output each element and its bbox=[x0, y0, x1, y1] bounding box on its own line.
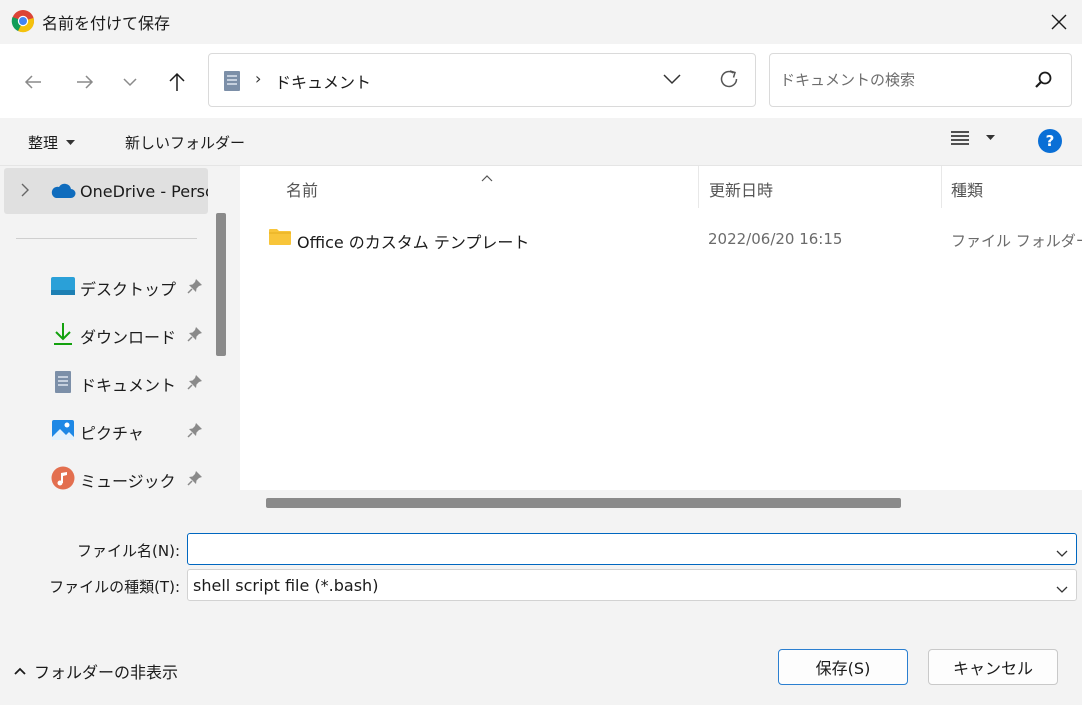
table-row[interactable]: Office のカスタム テンプレート 2022/06/20 16:15 ファイ… bbox=[240, 221, 1082, 255]
breadcrumb-current[interactable]: ドキュメント bbox=[275, 69, 371, 93]
organize-label: 整理 bbox=[28, 134, 59, 152]
scrollbar-thumb[interactable] bbox=[216, 213, 226, 356]
column-header-name[interactable]: 名前 bbox=[286, 177, 318, 201]
sort-ascending-icon bbox=[481, 168, 493, 186]
column-divider[interactable] bbox=[941, 166, 942, 208]
title-bar: 名前を付けて保存 bbox=[0, 0, 1082, 44]
onedrive-icon bbox=[50, 182, 76, 204]
close-button[interactable] bbox=[1036, 0, 1082, 44]
sidebar-item-label: ミュージック bbox=[80, 472, 176, 491]
sidebar-item-label: ドキュメント bbox=[80, 376, 177, 395]
sidebar-item-downloads[interactable]: ダウンロード bbox=[0, 316, 208, 352]
window-title: 名前を付けて保存 bbox=[42, 14, 171, 33]
sidebar-item-pictures[interactable]: ピクチャ bbox=[0, 412, 208, 448]
file-type: ファイル フォルダー bbox=[951, 232, 1082, 250]
refresh-icon[interactable] bbox=[718, 68, 740, 94]
up-arrow-icon bbox=[169, 72, 185, 91]
filetype-value: shell script file (*.bash) bbox=[193, 576, 379, 595]
close-icon bbox=[1051, 14, 1067, 30]
address-history-chevron-icon[interactable] bbox=[663, 71, 681, 89]
search-box[interactable] bbox=[769, 53, 1072, 107]
divider bbox=[16, 238, 197, 239]
sidebar-item-desktop[interactable]: デスクトップ bbox=[0, 268, 208, 304]
filetype-label: ファイルの種類(T): bbox=[49, 578, 180, 596]
forward-button[interactable] bbox=[69, 66, 101, 98]
caret-down-icon bbox=[66, 139, 76, 145]
chevron-down-icon[interactable] bbox=[1056, 580, 1068, 598]
list-view-icon bbox=[951, 131, 969, 145]
filename-combobox[interactable] bbox=[187, 533, 1077, 565]
chevron-down-icon bbox=[123, 78, 137, 87]
search-input[interactable] bbox=[780, 68, 1020, 92]
chevron-up-icon bbox=[14, 667, 26, 675]
caret-down-icon bbox=[986, 135, 995, 140]
cancel-button[interactable]: キャンセル bbox=[928, 649, 1058, 685]
document-icon bbox=[223, 70, 241, 96]
filename-label: ファイル名(N): bbox=[77, 542, 180, 560]
file-modified: 2022/06/20 16:15 bbox=[708, 230, 843, 248]
sidebar-item-label: ピクチャ bbox=[80, 424, 144, 443]
sidebar-item-music[interactable]: ミュージック bbox=[0, 460, 208, 496]
pin-icon[interactable] bbox=[187, 470, 203, 490]
pictures-icon bbox=[50, 417, 76, 443]
hide-folders-label: フォルダーの非表示 bbox=[34, 663, 179, 682]
new-folder-button[interactable]: 新しいフォルダー bbox=[125, 132, 245, 153]
search-icon[interactable] bbox=[1034, 70, 1054, 94]
column-divider[interactable] bbox=[698, 166, 699, 208]
hide-folders-button[interactable]: フォルダーの非表示 bbox=[14, 659, 178, 683]
chevron-down-icon[interactable] bbox=[1056, 544, 1068, 562]
breadcrumb-separator: › bbox=[255, 69, 262, 88]
pane-splitter[interactable] bbox=[232, 166, 240, 514]
column-header-type[interactable]: 種類 bbox=[951, 177, 983, 201]
sidebar-item-label: ダウンロード bbox=[80, 328, 177, 347]
file-list: 名前 更新日時 種類 Office のカスタム テンプレート 2022/06/2… bbox=[240, 166, 1082, 514]
folder-icon bbox=[268, 228, 292, 250]
music-icon bbox=[50, 465, 76, 491]
back-button[interactable] bbox=[17, 66, 49, 98]
recent-locations-button[interactable] bbox=[114, 66, 146, 98]
save-button[interactable]: 保存(S) bbox=[778, 649, 908, 685]
help-button[interactable]: ? bbox=[1038, 129, 1062, 153]
sidebar-item-onedrive[interactable]: OneDrive - Perso bbox=[4, 168, 208, 214]
help-icon: ? bbox=[1045, 132, 1055, 150]
sidebar-item-label: デスクトップ bbox=[80, 280, 177, 299]
expand-chevron-icon[interactable] bbox=[20, 183, 30, 201]
dialog-footer: フォルダーの非表示 保存(S) キャンセル bbox=[0, 614, 1082, 705]
back-arrow-icon bbox=[24, 75, 41, 89]
download-icon bbox=[50, 321, 76, 347]
command-bar: 整理 新しいフォルダー ? bbox=[0, 118, 1082, 166]
filename-input[interactable] bbox=[194, 538, 1034, 560]
sidebar-item-documents[interactable]: ドキュメント bbox=[0, 364, 208, 400]
sidebar-item-label: OneDrive - Perso bbox=[80, 182, 208, 201]
forward-arrow-icon bbox=[77, 75, 94, 89]
up-button[interactable] bbox=[161, 66, 193, 98]
navigation-pane: OneDrive - Perso デスクトップ ダウンロード ドキュメント ピク… bbox=[0, 166, 232, 514]
file-list-horizontal-scrollbar[interactable] bbox=[240, 490, 1082, 514]
desktop-icon bbox=[50, 273, 76, 299]
column-header-modified[interactable]: 更新日時 bbox=[709, 177, 773, 201]
view-options-button[interactable] bbox=[950, 130, 995, 146]
chrome-icon bbox=[11, 9, 35, 33]
address-bar[interactable]: › ドキュメント bbox=[208, 53, 756, 107]
file-name: Office のカスタム テンプレート bbox=[297, 233, 530, 252]
pin-icon[interactable] bbox=[187, 326, 203, 346]
save-form: ファイル名(N): ファイルの種類(T): shell script file … bbox=[0, 514, 1082, 614]
document-icon bbox=[50, 369, 76, 395]
pin-icon[interactable] bbox=[187, 278, 203, 298]
scrollbar-thumb[interactable] bbox=[266, 498, 901, 508]
pin-icon[interactable] bbox=[187, 374, 203, 394]
filetype-select[interactable]: shell script file (*.bash) bbox=[187, 569, 1077, 601]
navigation-bar: › ドキュメント bbox=[0, 44, 1082, 118]
navigation-pane-scrollbar[interactable] bbox=[212, 166, 232, 514]
organize-button[interactable]: 整理 bbox=[28, 132, 76, 153]
pin-icon[interactable] bbox=[187, 422, 203, 442]
